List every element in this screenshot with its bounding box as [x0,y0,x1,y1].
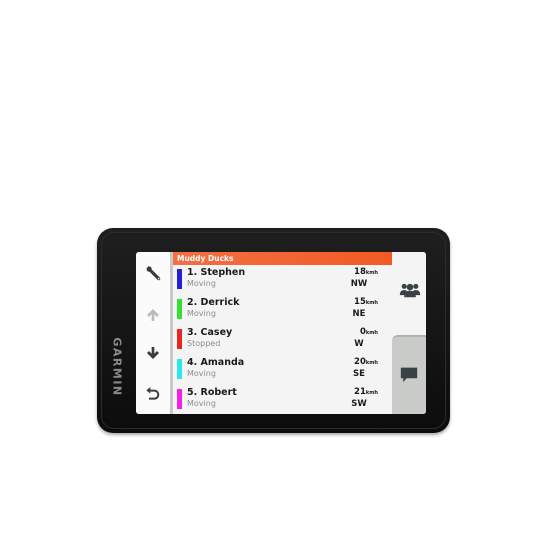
member-name: 4. Amanda [187,357,245,368]
scroll-down-button[interactable] [140,340,166,366]
left-toolbar [136,252,170,414]
group-button[interactable] [398,280,422,300]
group-header: Muddy Ducks [173,252,392,265]
member-color-bar [177,359,182,379]
speed-unit: kmh [365,300,378,306]
member-status: Moving [187,309,216,318]
settings-button[interactable] [140,260,166,286]
member-name: 5. Robert [187,387,237,398]
member-color-bar [177,329,182,349]
brand-logo: GARMIN [107,332,127,402]
group-icon [399,283,421,298]
right-panel [392,252,426,414]
member-status: Stopped [187,339,221,348]
speed-value: 20 [354,357,366,367]
arrow-down-icon [147,347,159,359]
member-direction: SW [351,399,367,409]
member-speed: 0kmh [360,327,378,337]
speed-unit: kmh [365,330,378,336]
member-row[interactable]: 3. Casey Stopped 0kmh W [173,326,392,356]
member-status: Moving [187,369,216,378]
arrow-up-icon [147,309,159,321]
message-button[interactable] [399,365,419,385]
member-direction: NW [350,279,368,289]
member-name: 1. Stephen [187,267,246,278]
member-status: Moving [187,279,216,288]
message-icon [400,367,418,383]
speed-value: 18 [354,267,366,277]
device-screen: Muddy Ducks 1. Stephen Moving 18kmh NW 2. De… [136,252,426,414]
scroll-up-button[interactable] [140,302,166,328]
speed-unit: kmh [365,390,378,396]
messages-tab[interactable] [392,335,426,414]
back-arrow-icon [146,387,160,400]
member-direction: NE [352,309,366,319]
member-color-bar [177,299,182,319]
member-speed: 15kmh [354,297,378,307]
member-row[interactable]: 1. Stephen Moving 18kmh NW [173,266,392,296]
member-row[interactable]: 4. Amanda Moving 20kmh SE [173,356,392,386]
member-speed: 20kmh [354,357,378,367]
member-speed: 21kmh [354,387,378,397]
speed-unit: kmh [365,270,378,276]
member-name: 3. Casey [187,327,233,338]
member-direction: W [354,339,364,349]
speed-unit: kmh [365,360,378,366]
member-color-bar [177,389,182,409]
brand-text: GARMIN [110,337,124,397]
wrench-icon [146,266,161,281]
member-row[interactable]: 5. Robert Moving 21kmh SW [173,386,392,414]
member-color-bar [177,269,182,289]
member-speed: 18kmh [354,267,378,277]
member-name: 2. Derrick [187,297,240,308]
member-status: Moving [187,399,216,408]
member-direction: SE [353,369,365,379]
speed-value: 21 [354,387,366,397]
member-row[interactable]: 2. Derrick Moving 15kmh NE [173,296,392,326]
speed-value: 15 [354,297,366,307]
back-button[interactable] [140,380,166,406]
